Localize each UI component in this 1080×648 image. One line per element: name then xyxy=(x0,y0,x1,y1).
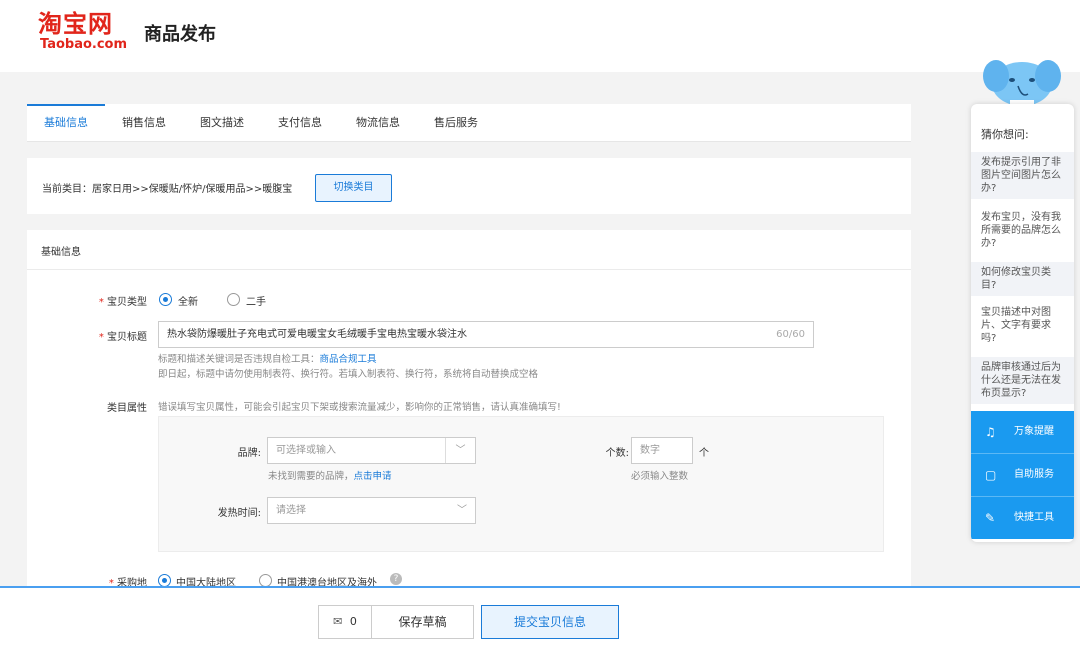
alert-button[interactable]: ♫ 万象提醒 xyxy=(971,411,1074,453)
brand-label: 品牌: xyxy=(237,448,261,459)
count-placeholder: 数字 xyxy=(640,445,660,456)
divider xyxy=(27,269,911,270)
header: 淘宝网 Taobao.com 商品发布 xyxy=(0,0,1080,72)
brand-placeholder: 可选择或输入 xyxy=(276,445,336,456)
apply-brand-link[interactable]: 点击申请 xyxy=(354,471,392,482)
assistant-panel: 猜你想问: 发布提示引用了非图片空间图片怎么办? 发布宝贝，没有我所需要的品牌怎… xyxy=(971,104,1074,542)
mail-count: 0 xyxy=(349,615,357,628)
faq-item[interactable]: 发布提示引用了非图片空间图片怎么办? xyxy=(971,152,1074,199)
page-title: 商品发布 xyxy=(144,24,216,45)
tab-logistics-info[interactable]: 物流信息 xyxy=(339,104,417,142)
faq-item[interactable]: 如何修改宝贝类目? xyxy=(971,262,1074,296)
tab-description[interactable]: 图文描述 xyxy=(183,104,261,142)
help-icon[interactable]: ? xyxy=(390,573,402,585)
elephant-mascot-icon[interactable] xyxy=(982,52,1062,108)
current-category: 当前类目：居家日用>>保暖贴/怀炉/保暖用品>>暖腹宝 xyxy=(42,184,293,195)
item-type-label: * 宝贝类型 xyxy=(98,297,147,308)
wrench-icon: ✎ xyxy=(985,511,996,525)
tab-basic-info[interactable]: 基础信息 xyxy=(27,104,105,142)
radio-new[interactable] xyxy=(159,293,172,306)
tab-sales-info[interactable]: 销售信息 xyxy=(105,104,183,142)
tab-payment-info[interactable]: 支付信息 xyxy=(261,104,339,142)
brand-select[interactable]: 可选择或输入 ﹀ xyxy=(267,437,476,464)
message-button[interactable]: ✉ 0 xyxy=(318,605,372,639)
heat-time-select[interactable]: 请选择 ﹀ xyxy=(267,497,476,524)
attributes-box: 品牌: 可选择或输入 ﹀ 未找到需要的品牌，点击申请 个数: 数字 个 必须输入… xyxy=(158,416,884,552)
faq-item[interactable]: 发布宝贝，没有我所需要的品牌怎么办? xyxy=(971,207,1074,254)
category-bar: 当前类目：居家日用>>保暖贴/怀炉/保暖用品>>暖腹宝 切换类目 xyxy=(27,158,911,214)
compliance-hint: 标题和描述关键词是否违规自检工具：商品合规工具 xyxy=(158,354,377,365)
count-hint: 必须输入整数 xyxy=(631,471,689,482)
faq-item[interactable]: 宝贝描述中对图片、文字有要求吗? xyxy=(971,302,1074,349)
count-input[interactable]: 数字 xyxy=(631,437,693,464)
tab-after-sales[interactable]: 售后服务 xyxy=(417,104,495,142)
radio-used[interactable] xyxy=(227,293,240,306)
bottom-action-bar: ✉ 0 保存草稿 提交宝贝信息 xyxy=(0,586,1080,648)
attributes-label: 类目属性 xyxy=(107,403,147,414)
heat-time-placeholder: 请选择 xyxy=(276,505,306,516)
faq-item[interactable]: 品牌审核通过后为什么还是无法在发布页显示? xyxy=(971,357,1074,404)
item-title-value: 热水袋防爆暖肚子充电式可爱电暖宝女毛绒暖手宝电热宝暖水袋注水 xyxy=(167,329,467,340)
logo-en: Taobao.com xyxy=(40,37,128,52)
item-title-input[interactable]: 热水袋防爆暖肚子充电式可爱电暖宝女毛绒暖手宝电热宝暖水袋注水 60/60 xyxy=(158,321,814,348)
tab-bar: 基础信息 销售信息 图文描述 支付信息 物流信息 售后服务 xyxy=(27,104,911,142)
switch-category-button[interactable]: 切换类目 xyxy=(315,174,392,202)
count-unit: 个 xyxy=(699,448,709,459)
title-char-count: 60/60 xyxy=(776,329,805,340)
save-draft-button[interactable]: 保存草稿 xyxy=(371,605,474,639)
radio-new-label[interactable]: 全新 xyxy=(178,293,198,308)
section-title: 基础信息 xyxy=(41,247,81,258)
self-service-button[interactable]: ▢ 自助服务 xyxy=(971,454,1074,496)
item-title-label: * 宝贝标题 xyxy=(98,332,147,343)
heat-time-label: 发热时间: xyxy=(217,508,261,519)
taobao-logo[interactable]: 淘宝网 Taobao.com xyxy=(38,10,127,52)
logo-cn: 淘宝网 xyxy=(38,10,113,38)
chevron-down-icon[interactable]: ﹀ xyxy=(457,498,467,523)
mail-icon: ✉ xyxy=(333,615,343,628)
compliance-tool-link[interactable]: 商品合规工具 xyxy=(320,354,377,365)
tab-char-hint: 即日起，标题中请勿使用制表符、换行符。若填入制表符、换行符，系统将自动替换成空格 xyxy=(158,369,539,380)
quick-tools-button[interactable]: ✎ 快捷工具 xyxy=(971,497,1074,539)
assistant-title: 猜你想问: xyxy=(981,128,1029,141)
brand-hint: 未找到需要的品牌，点击申请 xyxy=(268,471,392,482)
basic-info-panel: 基础信息 * 宝贝类型 全新 二手 * 宝贝标题 热水袋防爆暖肚子充电式可爱电暖… xyxy=(27,230,911,590)
attributes-warning: 错误填写宝贝属性，可能会引起宝贝下架或搜索流量减少，影响你的正常销售，请认真准确… xyxy=(158,402,561,413)
bell-icon: ♫ xyxy=(985,425,996,439)
count-label: 个数: xyxy=(605,448,629,459)
submit-item-button[interactable]: 提交宝贝信息 xyxy=(481,605,619,639)
radio-used-label[interactable]: 二手 xyxy=(246,293,266,308)
chat-icon: ▢ xyxy=(985,468,997,482)
chevron-down-icon[interactable]: ﹀ xyxy=(445,438,475,463)
